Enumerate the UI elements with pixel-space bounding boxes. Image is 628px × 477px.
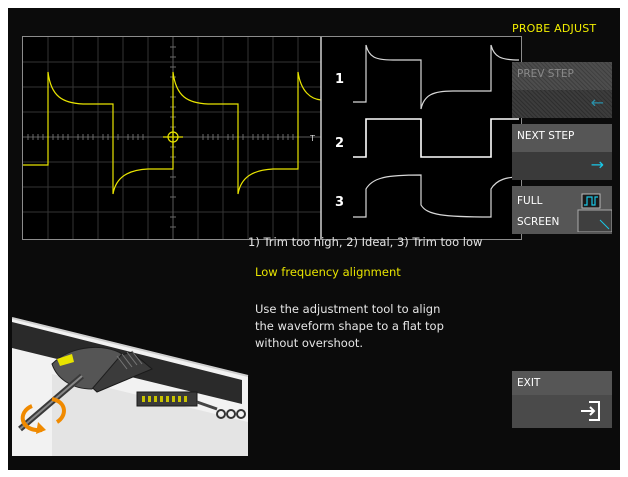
exit-label: EXIT [512,371,612,395]
next-step-button[interactable]: NEXT STEP → [512,124,612,180]
panel-title: PROBE ADJUST [512,22,597,35]
waveform-ideal [353,118,519,158]
instruction-line-2: the waveform shape to a flat top [255,319,444,333]
waveform-trim-high [353,44,520,110]
full-screen-label-1: FULL [517,195,543,207]
prev-step-button[interactable]: PREV STEP ← [512,62,612,118]
arrow-right-icon: → [590,155,604,174]
trigger-marker: T [309,134,315,143]
trace-label-1: 1 [335,72,344,87]
arrow-left-icon: ← [590,93,604,112]
crosshair-icon [163,127,183,147]
instruction-line-1: Use the adjustment tool to align [255,302,441,316]
waveform-trim-low [353,174,520,218]
exit-button[interactable]: EXIT [512,371,612,428]
scope-display: T 1 2 3 [22,36,522,240]
step-title: Low frequency alignment [255,265,401,279]
waveform-caption: 1) Trim too high, 2) Ideal, 3) Trim too … [248,235,483,249]
fullscreen-waveform-icon [577,193,612,232]
next-step-label: NEXT STEP [512,124,612,152]
exit-icon [581,401,600,421]
scope-grid: T 1 2 3 [23,37,520,239]
prev-step-label: PREV STEP [512,62,612,90]
trace-label-3: 3 [335,195,344,210]
full-screen-button[interactable]: FULL SCREEN [512,186,612,234]
instruction-line-3: without overshoot. [255,336,364,350]
probe-adjust-illustration [12,317,249,456]
full-screen-label-2: SCREEN [517,216,560,228]
trace-label-2: 2 [335,136,344,151]
yellow-waveform [23,71,322,195]
